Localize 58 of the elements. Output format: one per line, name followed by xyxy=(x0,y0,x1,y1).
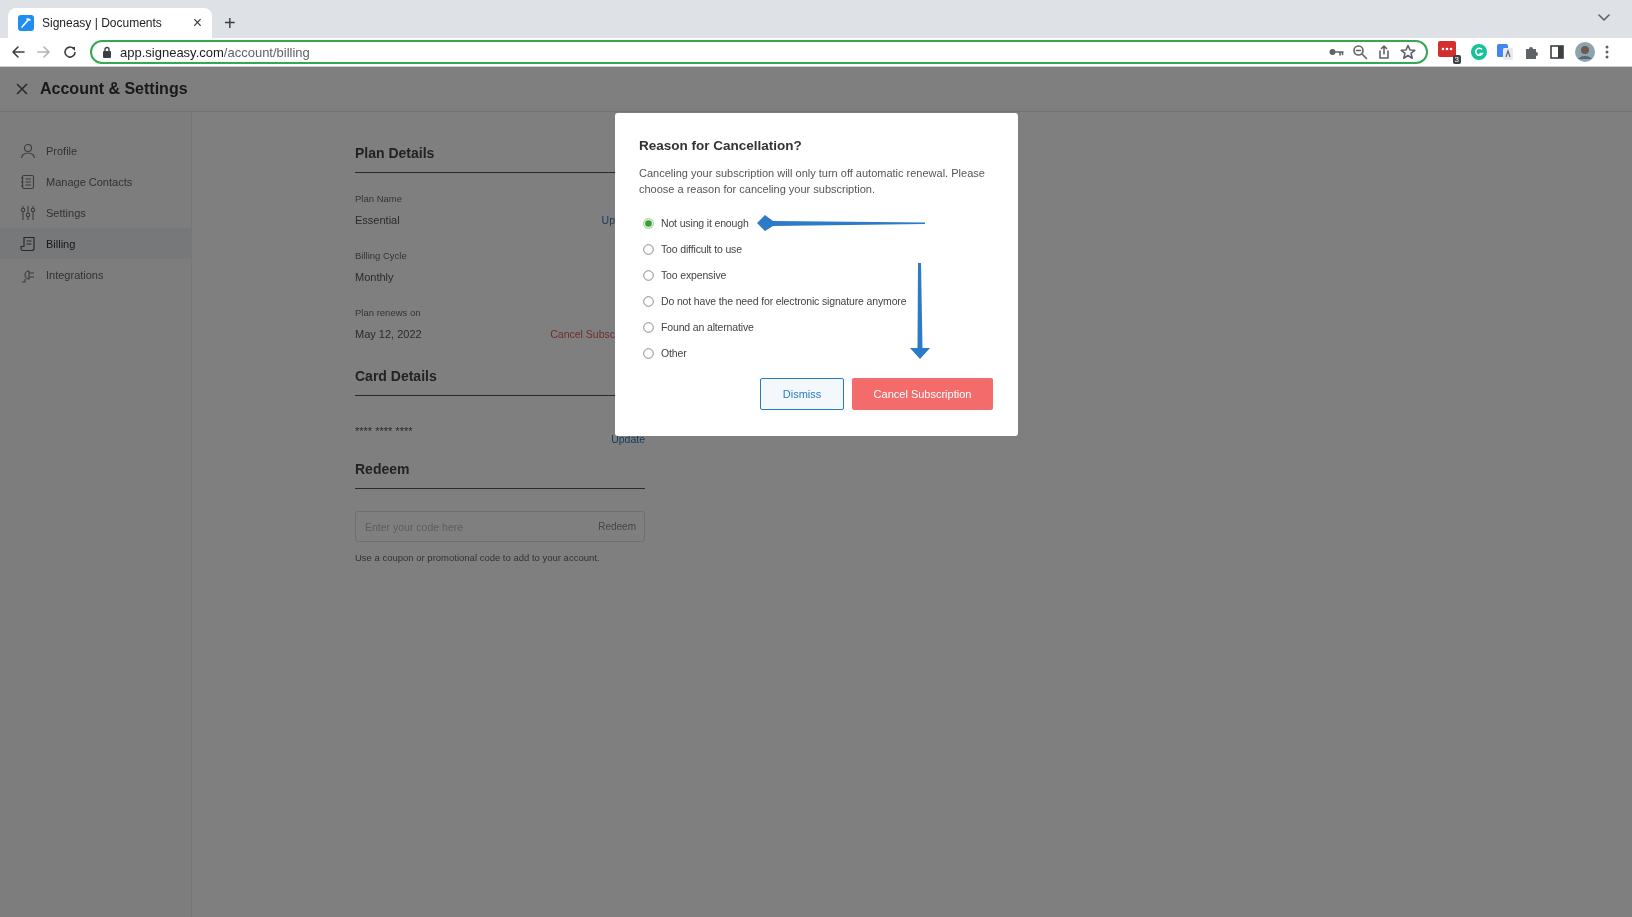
sliders-icon xyxy=(20,204,36,221)
dismiss-button[interactable]: Dismiss xyxy=(760,378,844,410)
option-label: Too difficult to use xyxy=(661,243,742,255)
radio-button[interactable] xyxy=(643,269,654,281)
option-label: Too expensive xyxy=(661,269,727,281)
cancel-subscription-button[interactable]: Cancel Subscription xyxy=(852,378,993,410)
zoom-out-icon[interactable] xyxy=(1352,44,1368,60)
card-number: **** **** **** xyxy=(355,425,413,437)
sidebar-item[interactable]: Integrations xyxy=(0,259,191,290)
sidebar-item[interactable]: Settings xyxy=(0,197,191,228)
option-label: Do not have the need for electronic signature anymore xyxy=(661,295,907,307)
url-text: app.signeasy.com/account/billing xyxy=(120,44,311,60)
radio-button[interactable] xyxy=(643,321,654,333)
radio-button[interactable] xyxy=(643,295,654,307)
update-link[interactable]: Update xyxy=(611,433,645,445)
person-icon xyxy=(20,142,36,159)
receipt-icon xyxy=(20,235,36,252)
extension-badge: 3 xyxy=(1452,54,1461,64)
option-label: Not using it enough xyxy=(661,217,749,229)
sidebar-item[interactable]: Profile xyxy=(0,135,191,166)
radio-button[interactable] xyxy=(643,217,654,229)
field-value: Monthly xyxy=(355,271,394,283)
new-tab-button[interactable]: + xyxy=(224,12,236,34)
option-label: Found an alternative xyxy=(661,321,754,333)
signeasy-logo-icon xyxy=(18,15,34,31)
address-bar[interactable]: app.signeasy.com/account/billing xyxy=(90,40,1428,64)
avatar-icon[interactable] xyxy=(1575,42,1595,62)
translate-icon[interactable] xyxy=(1497,44,1513,60)
radio-button[interactable] xyxy=(643,347,654,359)
star-icon[interactable] xyxy=(1400,44,1416,60)
close-icon[interactable] xyxy=(16,83,28,95)
field-label: Plan Name xyxy=(355,193,403,206)
page-title: Account & Settings xyxy=(40,80,188,98)
field-value: Essential xyxy=(355,214,400,226)
field-label: Plan renews on xyxy=(355,307,422,320)
contacts-icon xyxy=(20,173,36,190)
back-icon[interactable] xyxy=(10,44,26,60)
tab-title: Signeasy | Documents xyxy=(42,16,163,30)
lock-icon xyxy=(102,46,112,58)
radio-button[interactable] xyxy=(643,243,654,255)
action-link[interactable]: Cancel Subsc xyxy=(550,328,615,340)
hint-text: Use a coupon or promotional code to add to your account. xyxy=(355,552,601,563)
puzzle-icon[interactable] xyxy=(1523,44,1539,60)
share-icon[interactable] xyxy=(1376,44,1392,60)
field-value: May 12, 2022 xyxy=(355,328,422,340)
option-label: Other xyxy=(661,347,687,359)
action-link[interactable]: Up xyxy=(601,214,615,226)
browser-tab[interactable]: Signeasy | Documents × xyxy=(8,8,212,38)
reload-icon[interactable] xyxy=(62,44,78,60)
side-panel-icon[interactable] xyxy=(1549,44,1565,60)
field-label: Billing Cycle xyxy=(355,250,408,263)
chevron-down-icon[interactable] xyxy=(1598,14,1610,22)
more-menu-icon[interactable] xyxy=(1605,44,1609,60)
section-heading: Redeem xyxy=(355,459,645,489)
sidebar-item[interactable]: Billing xyxy=(0,228,191,259)
redeem-button[interactable]: Redeem xyxy=(598,521,636,532)
close-tab-icon[interactable]: × xyxy=(192,15,202,31)
sidebar-item[interactable]: Manage Contacts xyxy=(0,166,191,197)
